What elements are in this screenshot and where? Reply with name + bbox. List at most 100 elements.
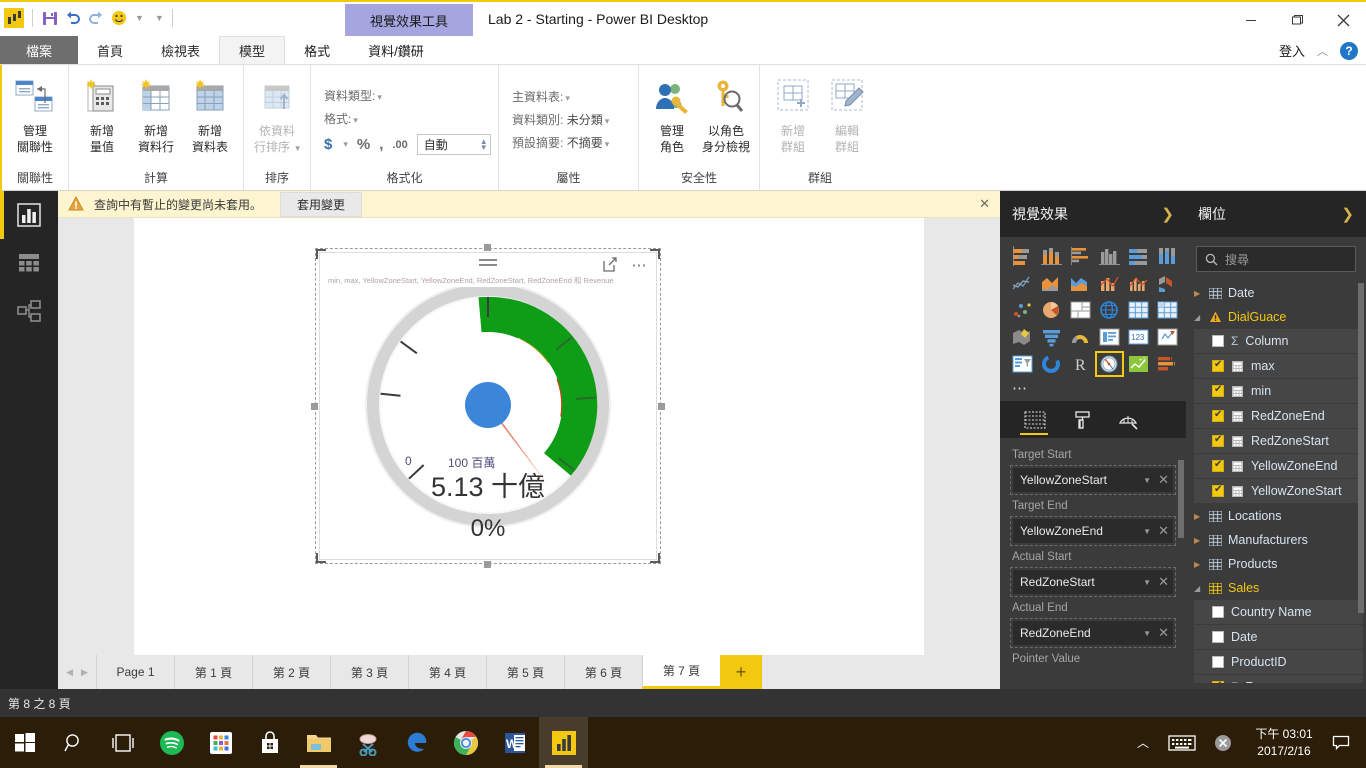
start-button[interactable] — [0, 717, 49, 768]
wells-scrollbar[interactable] — [1178, 460, 1184, 538]
smiley-dropdown-icon[interactable]: ▼ — [135, 13, 144, 23]
field-checkbox[interactable] — [1212, 484, 1224, 497]
viz-line-and-clustered-column-chart[interactable] — [1126, 272, 1151, 294]
format-tab[interactable] — [1072, 401, 1092, 438]
viz-scatter-chart[interactable] — [1010, 299, 1035, 321]
page-tab-0[interactable]: Page 1 — [96, 655, 174, 689]
sidebar-item-relationships-view[interactable] — [0, 287, 58, 335]
viz-filled-map[interactable] — [1010, 326, 1035, 348]
viz-line-and-stacked-column-chart[interactable] — [1097, 272, 1122, 294]
thousands-format-button[interactable]: , — [379, 136, 383, 153]
clock[interactable]: 下午 03:01 2017/2/16 — [1242, 725, 1326, 760]
viz-ribbon-chart[interactable] — [1155, 272, 1180, 294]
field-checkbox[interactable] — [1212, 384, 1224, 397]
redo-icon[interactable] — [87, 9, 105, 27]
home-table-row[interactable]: 主資料表: ▾ — [512, 87, 570, 108]
collapse-triangle-icon[interactable]: ◢ — [1194, 313, 1203, 322]
sidebar-item-data-view[interactable] — [0, 239, 58, 287]
well-field-target-start[interactable]: YellowZoneStart ▼ ✕ — [1013, 468, 1173, 492]
field-checkbox[interactable] — [1212, 631, 1224, 643]
field-checkbox[interactable] — [1212, 359, 1224, 372]
viz-kpi[interactable] — [1155, 326, 1180, 348]
analytics-tab[interactable] — [1118, 401, 1140, 438]
sign-in-link[interactable]: 登入 — [1279, 41, 1305, 60]
chevron-down-icon[interactable]: ▾ — [565, 93, 570, 103]
expand-triangle-icon[interactable]: ▶ — [1194, 536, 1203, 545]
ribbon-tab-data-drill[interactable]: 資料/鑽研 — [349, 36, 443, 64]
restore-button[interactable] — [1274, 2, 1320, 38]
field-redzonestart[interactable]: RedZoneStart — [1194, 429, 1363, 453]
chevron-down-icon[interactable]: ▾ — [353, 115, 358, 125]
edit-group-button[interactable]: 編輯 群組 — [821, 72, 873, 154]
fields-table-manufacturers[interactable]: ▶ Manufacturers — [1186, 528, 1366, 552]
format-row[interactable]: 格式: ▾ — [324, 109, 358, 130]
minimize-button[interactable] — [1228, 2, 1274, 38]
resize-handle-left[interactable] — [311, 403, 318, 410]
collapse-triangle-icon[interactable]: ◢ — [1194, 584, 1203, 593]
chevron-right-icon[interactable]: ❯ — [1161, 205, 1174, 223]
app-grid-button[interactable] — [196, 717, 245, 768]
currency-format-button[interactable]: $ — [324, 136, 332, 153]
chevron-right-icon[interactable]: ❯ — [1341, 205, 1354, 223]
percent-format-button[interactable]: % — [357, 136, 370, 153]
expand-triangle-icon[interactable]: ▶ — [1194, 560, 1203, 569]
viz-r-script-visual[interactable]: R — [1068, 353, 1093, 375]
viz-stacked-column-chart[interactable] — [1039, 245, 1064, 267]
chevron-down-icon[interactable]: ▾ — [377, 92, 382, 102]
manage-roles-button[interactable]: 管理 角色 — [646, 72, 698, 154]
field-date[interactable]: Date — [1194, 625, 1363, 649]
field-max[interactable]: max — [1194, 354, 1363, 378]
page-tab-1[interactable]: 第 1 頁 — [174, 655, 252, 689]
new-column-button[interactable]: 新增 資料行 — [130, 72, 182, 154]
well-box-actual-start[interactable]: RedZoneStart ▼ ✕ — [1010, 567, 1176, 597]
help-icon[interactable]: ? — [1340, 41, 1358, 60]
more-visuals-icon[interactable]: ⋯ — [1000, 377, 1186, 401]
notifications-button[interactable] — [1326, 734, 1356, 752]
touch-keyboard-button[interactable] — [1160, 734, 1204, 752]
drag-handle-icon[interactable] — [479, 259, 497, 266]
new-measure-button[interactable]: 新增 量值 — [76, 72, 128, 154]
well-box-target-start[interactable]: YellowZoneStart ▼ ✕ — [1010, 465, 1176, 495]
well-box-target-end[interactable]: YellowZoneEnd ▼ ✕ — [1010, 516, 1176, 546]
viz-dial-gauge-custom-visual[interactable] — [1095, 351, 1124, 377]
page-tab-6[interactable]: 第 6 頁 — [564, 655, 642, 689]
task-view-button[interactable] — [98, 717, 147, 768]
data-category-row[interactable]: 資料類別: 未分類 ▾ — [512, 110, 609, 131]
search-button[interactable] — [49, 717, 98, 768]
viz-stacked-bar-chart[interactable] — [1010, 245, 1035, 267]
manage-relationships-button[interactable]: 管理 關聯性 — [9, 72, 61, 154]
viz-clustered-column-chart[interactable] — [1097, 245, 1122, 267]
field-yellowzoneend[interactable]: YellowZoneEnd — [1194, 454, 1363, 478]
viz-card[interactable] — [1097, 326, 1122, 348]
well-field-target-end[interactable]: YellowZoneEnd ▼ ✕ — [1013, 519, 1173, 543]
viz-stacked-area-chart[interactable] — [1068, 272, 1093, 294]
well-box-actual-end[interactable]: RedZoneEnd ▼ ✕ — [1010, 618, 1176, 648]
action-center-error-button[interactable] — [1204, 733, 1242, 753]
prev-page-icon[interactable]: ◀ — [66, 667, 73, 678]
chevron-down-icon[interactable]: ▼ — [1143, 476, 1151, 485]
show-hidden-icons-button[interactable]: ︿ — [1126, 734, 1160, 751]
viz-table[interactable] — [1126, 299, 1151, 321]
edge-button[interactable] — [392, 717, 441, 768]
viz-donut-chart[interactable] — [1039, 353, 1064, 375]
new-group-button[interactable]: 新增 群組 — [767, 72, 819, 154]
file-explorer-button[interactable] — [294, 717, 343, 768]
power-bi-button[interactable] — [539, 717, 588, 768]
field-productid[interactable]: ProductID — [1194, 650, 1363, 674]
field-checkbox[interactable] — [1212, 409, 1224, 422]
snipping-tool-button[interactable] — [343, 717, 392, 768]
page-tab-3[interactable]: 第 3 頁 — [330, 655, 408, 689]
field-country-name[interactable]: Country Name — [1194, 600, 1363, 624]
next-page-icon[interactable]: ▶ — [81, 667, 88, 678]
ribbon-tab-file[interactable]: 檔案 — [0, 36, 79, 64]
word-button[interactable]: W — [490, 717, 539, 768]
chevron-up-icon[interactable]: ︿ — [1317, 43, 1328, 59]
resize-handle-bottom[interactable] — [484, 561, 491, 568]
resize-handle-top[interactable] — [484, 244, 491, 251]
page-tab-2[interactable]: 第 2 頁 — [252, 655, 330, 689]
viz-map[interactable] — [1097, 299, 1122, 321]
chevron-down-icon[interactable]: ▾ — [605, 116, 610, 126]
field-min[interactable]: min — [1194, 379, 1363, 403]
chevron-down-icon[interactable]: ▼ — [1143, 578, 1151, 587]
ribbon-tab-format[interactable]: 格式 — [285, 36, 349, 64]
